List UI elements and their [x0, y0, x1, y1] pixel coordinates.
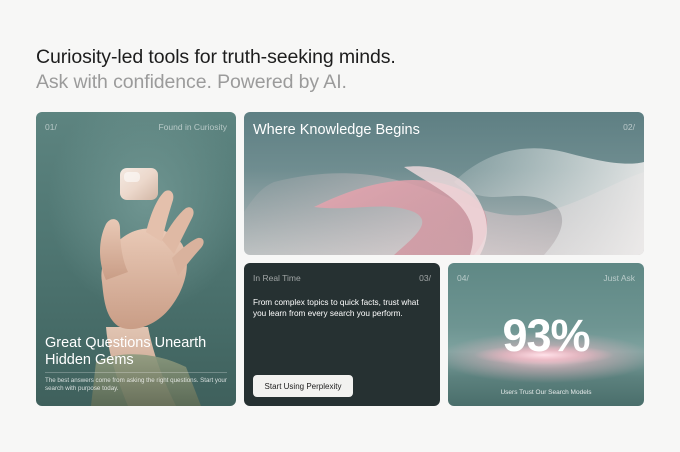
- card-in-real-time: In Real Time 03/ From complex topics to …: [244, 263, 440, 406]
- card-number: 04/: [457, 273, 469, 283]
- card-tag: Just Ask: [603, 273, 635, 283]
- card-tag: Found in Curiosity: [158, 122, 227, 132]
- card-tag: In Real Time: [253, 273, 301, 283]
- trust-percentage: 93%: [502, 310, 590, 361]
- start-using-perplexity-button[interactable]: Start Using Perplexity: [253, 375, 353, 397]
- card-number: 01/: [45, 122, 57, 132]
- card-body: From complex topics to quick facts, trus…: [253, 298, 419, 318]
- card-body: The best answers come from asking the ri…: [45, 377, 227, 392]
- card-found-in-curiosity: 01/ Found in Curiosity Great Questions U…: [36, 112, 236, 406]
- subheadline: Ask with confidence. Powered by AI.: [36, 71, 347, 93]
- stat-caption: Users Trust Our Search Models: [500, 389, 592, 396]
- divider: [45, 372, 227, 373]
- card-number: 03/: [419, 273, 431, 283]
- card-where-knowledge-begins: Where Knowledge Begins 02/: [244, 112, 644, 255]
- card-number: 02/: [623, 122, 635, 132]
- card-just-ask: 04/ Just Ask 93% Users Trust Our Search …: [448, 263, 644, 406]
- card-title: Great Questions Unearth Hidden Gems: [45, 335, 207, 368]
- headline: Curiosity-led tools for truth-seeking mi…: [36, 46, 396, 68]
- card-title: Where Knowledge Begins: [253, 122, 420, 138]
